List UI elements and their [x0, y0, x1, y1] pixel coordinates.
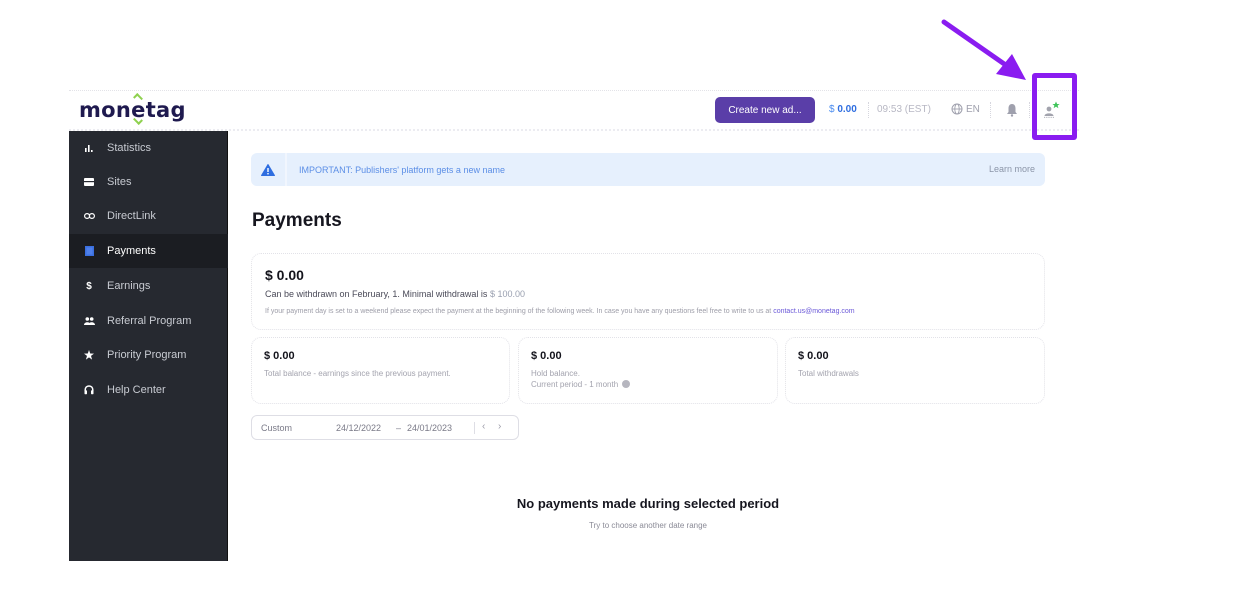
payout-card: $ 0.00 Can be withdrawn on February, 1. …	[251, 253, 1045, 330]
logo-text-end: tag	[145, 98, 186, 122]
minimal-withdrawal: $ 100.00	[489, 289, 525, 299]
globe-icon	[951, 103, 963, 115]
divider	[1029, 102, 1030, 118]
dollar-icon: $	[86, 280, 92, 292]
learn-more-link[interactable]: Learn more	[989, 164, 1035, 174]
hold-balance-label-text: Hold balance.	[531, 369, 580, 378]
logo-text-e: e	[131, 98, 146, 122]
sidebar-item-label: Referral Program	[107, 315, 192, 327]
link-icon	[83, 213, 95, 219]
range-dash: –	[396, 423, 402, 433]
payout-description-text: Can be withdrawn on February, 1. Minimal…	[265, 289, 490, 299]
sidebar-item-help-center[interactable]: Help Center	[69, 373, 228, 407]
sidebar-item-label: Statistics	[107, 142, 152, 154]
people-icon	[83, 317, 95, 325]
top-header: monetag Create new ad... $ 0.00 09:53 (E…	[69, 90, 1079, 131]
range-end-date[interactable]: 24/01/2023	[407, 423, 452, 433]
hold-balance-amount: $ 0.00	[531, 350, 562, 362]
sidebar-item-label: Help Center	[107, 384, 166, 396]
bell-icon[interactable]	[1006, 103, 1018, 117]
previous-period-button[interactable]: ‹	[482, 421, 485, 432]
total-withdrawals-card: $ 0.00 Total withdrawals	[785, 337, 1045, 404]
language-label: EN	[966, 103, 980, 115]
server-time: 09:53 (EST)	[877, 104, 931, 115]
logo[interactable]: monetag	[79, 98, 186, 122]
range-type-select[interactable]: Custom	[261, 423, 292, 433]
sidebar-item-payments[interactable]: Payments	[69, 234, 228, 268]
warning-icon	[261, 163, 275, 176]
star-icon	[83, 350, 95, 360]
payout-note: If your payment day is set to a weekend …	[265, 308, 855, 315]
language-selector[interactable]: EN	[951, 103, 980, 115]
range-start-date[interactable]: 24/12/2022	[336, 423, 381, 433]
balance-currency: $	[829, 104, 835, 115]
create-new-ad-button[interactable]: Create new ad...	[715, 97, 815, 123]
hold-balance-card: $ 0.00 Hold balance. Current period - 1 m…	[518, 337, 778, 404]
annotation-highlight-box	[1032, 73, 1077, 140]
payout-description: Can be withdrawn on February, 1. Minimal…	[265, 289, 525, 299]
annotation-arrow-icon	[941, 19, 1026, 80]
sidebar-item-referral-program[interactable]: Referral Program	[69, 304, 228, 338]
divider	[868, 102, 869, 118]
header-balance[interactable]: $ 0.00	[829, 104, 857, 115]
divider	[474, 422, 475, 434]
bar-chart-icon	[83, 144, 95, 152]
sidebar-item-label: Sites	[107, 176, 132, 188]
contact-email-link[interactable]: contact.us@monetag.com	[773, 308, 854, 315]
hold-balance-label: Hold balance. Current period - 1 month	[531, 368, 631, 390]
date-range-picker[interactable]: Custom 24/12/2022 – 24/01/2023 ‹ ›	[251, 415, 519, 440]
sidebar-item-label: Priority Program	[107, 349, 187, 361]
total-withdrawals-label: Total withdrawals	[798, 369, 859, 378]
sidebar-item-sites[interactable]: Sites	[69, 165, 228, 199]
sidebar-item-label: Earnings	[107, 280, 151, 292]
hold-period-text: Current period - 1 month	[531, 380, 619, 389]
banner-icon-cell	[251, 153, 287, 186]
headset-icon	[83, 385, 95, 395]
sidebar-item-priority-program[interactable]: Priority Program	[69, 338, 228, 372]
info-icon[interactable]	[622, 380, 631, 388]
payout-note-text: If your payment day is set to a weekend …	[265, 308, 774, 315]
card-icon	[83, 178, 95, 186]
balance-value: 0.00	[837, 104, 857, 115]
total-withdrawals-amount: $ 0.00	[798, 350, 829, 362]
banner-text: IMPORTANT: Publishers' platform gets a n…	[299, 164, 505, 175]
logo-text-start: mon	[79, 98, 132, 122]
next-period-button[interactable]: ›	[498, 421, 501, 432]
payments-icon	[83, 246, 95, 256]
total-balance-label: Total balance - earnings since the previ…	[264, 369, 451, 378]
total-balance-card: $ 0.00 Total balance - earnings since th…	[251, 337, 510, 404]
empty-state-title: No payments made during selected period	[516, 496, 780, 511]
total-balance-amount: $ 0.00	[264, 350, 295, 362]
sidebar-item-label: Payments	[107, 245, 156, 257]
divider	[990, 102, 991, 118]
sidebar-item-directlink[interactable]: DirectLink	[69, 199, 228, 233]
sidebar-item-label: DirectLink	[107, 210, 156, 222]
page-title: Payments	[252, 210, 342, 231]
payout-amount: $ 0.00	[265, 267, 304, 283]
sidebar-item-statistics[interactable]: Statistics	[69, 131, 228, 165]
announcement-banner: IMPORTANT: Publishers' platform gets a n…	[251, 153, 1045, 186]
empty-state-subtitle: Try to choose another date range	[589, 521, 707, 530]
sidebar-item-earnings[interactable]: $ Earnings	[69, 269, 228, 303]
